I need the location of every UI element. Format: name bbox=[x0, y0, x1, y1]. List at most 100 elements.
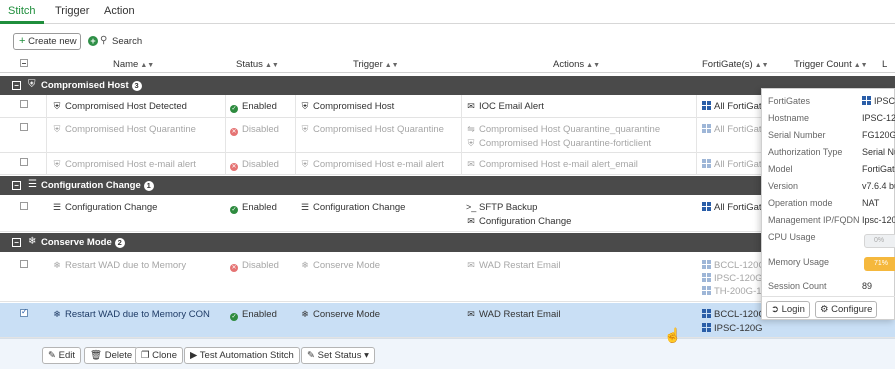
row-checkbox[interactable] bbox=[20, 158, 28, 166]
search-icon: ⚲ bbox=[100, 35, 108, 46]
snowflake-icon: ❄ bbox=[53, 309, 61, 319]
row-checkbox[interactable] bbox=[20, 260, 28, 268]
collapse-all-toggle[interactable] bbox=[20, 59, 28, 67]
fortigate-text: BCCL-120G bbox=[714, 260, 766, 271]
status-text: Disabled bbox=[242, 260, 279, 271]
shield-icon: ⛨ bbox=[53, 124, 61, 134]
group-count-badge: 3 bbox=[131, 81, 142, 91]
popup-value: IPSC-120 bbox=[862, 113, 895, 123]
shield-icon: ⛨ bbox=[53, 101, 61, 111]
column-header-status[interactable]: Status ▲▼ bbox=[236, 59, 279, 70]
popup-label: Management IP/FQDN bbox=[768, 215, 860, 225]
tab-action[interactable]: Action bbox=[104, 5, 135, 17]
email-icon: ✉ bbox=[467, 309, 475, 319]
hand-cursor-icon: ☝ bbox=[664, 327, 682, 343]
pencil-icon: ✎ bbox=[48, 350, 59, 361]
column-header-trigger[interactable]: Trigger ▲▼ bbox=[353, 59, 399, 70]
collapse-toggle-icon[interactable]: − bbox=[12, 81, 21, 90]
list-icon: ☰ bbox=[52, 202, 62, 212]
check-icon: ✓ bbox=[230, 105, 238, 113]
trash-icon: 🗑 bbox=[90, 350, 105, 361]
row-checkbox[interactable] bbox=[20, 100, 28, 108]
memory-usage-label: Memory Usage bbox=[768, 257, 830, 267]
set-status-dropdown[interactable]: ✎ Set Status ▾ bbox=[301, 347, 375, 364]
group-count-badge: 2 bbox=[114, 238, 125, 248]
fortigate-icon bbox=[702, 309, 711, 318]
stitch-name: Compromised Host Detected bbox=[65, 101, 187, 112]
column-divider bbox=[295, 95, 296, 175]
popup-label: Operation mode bbox=[768, 198, 833, 208]
action-text: WAD Restart Email bbox=[479, 260, 561, 271]
tab-trigger[interactable]: Trigger bbox=[55, 5, 89, 17]
fortigate-text: All FortiGat bbox=[714, 101, 762, 112]
column-header-name[interactable]: Name ▲▼ bbox=[113, 59, 154, 70]
sort-icon: ▲▼ bbox=[853, 62, 868, 69]
row-checkbox[interactable] bbox=[20, 202, 28, 210]
column-header-actions[interactable]: Actions ▲▼ bbox=[553, 59, 600, 70]
search-input[interactable] bbox=[112, 34, 412, 48]
create-new-button[interactable]: + Create new bbox=[13, 33, 81, 50]
tab-stitch[interactable]: Stitch bbox=[8, 5, 36, 17]
tab-bar: Stitch Trigger Action bbox=[0, 0, 895, 24]
memory-usage-value: 71% bbox=[874, 260, 889, 267]
action-text: Compromised Host e-mail alert_email bbox=[479, 159, 638, 170]
fortigate-text: All FortiGat bbox=[714, 124, 762, 135]
gear-icon: ⚙ bbox=[820, 304, 832, 315]
shield-icon: ⛨ bbox=[301, 101, 309, 111]
group-count-badge: 1 bbox=[143, 181, 154, 191]
group-label: Compromised Host bbox=[41, 80, 129, 91]
stitch-name: Restart WAD due to Memory bbox=[65, 260, 187, 271]
edit-button[interactable]: ✎ Edit bbox=[42, 347, 81, 364]
fortigate-text: IPSC-120G bbox=[714, 273, 763, 284]
cpu-usage-label: CPU Usage bbox=[768, 232, 816, 242]
collapse-toggle-icon[interactable]: − bbox=[12, 181, 21, 190]
column-header-trigger-count[interactable]: Trigger Count ▲▼ bbox=[794, 59, 868, 70]
sort-icon: ▲▼ bbox=[140, 62, 155, 69]
column-divider bbox=[46, 95, 47, 175]
fortigate-icon bbox=[702, 159, 711, 168]
clone-button[interactable]: ❐ Clone bbox=[135, 347, 183, 364]
fortigate-icon bbox=[702, 202, 711, 211]
clone-icon: ❐ bbox=[141, 350, 153, 361]
popup-value: Serial Nu bbox=[862, 147, 895, 157]
trigger-text: Compromised Host Quarantine bbox=[313, 124, 444, 135]
delete-button[interactable]: 🗑 Delete bbox=[84, 347, 139, 364]
collapse-toggle-icon[interactable]: − bbox=[12, 238, 21, 247]
fortigate-icon bbox=[862, 96, 871, 105]
snowflake-icon: ❄ bbox=[28, 236, 37, 247]
trigger-text: Conserve Mode bbox=[313, 260, 381, 271]
popup-value: FG120G bbox=[862, 130, 895, 140]
group-label: Conserve Mode bbox=[41, 237, 112, 248]
table-header: Name ▲▼ Status ▲▼ Trigger ▲▼ Actions ▲▼ Fort… bbox=[0, 55, 895, 73]
login-button[interactable]: ➲ Login bbox=[766, 301, 810, 318]
x-icon: ✕ bbox=[230, 163, 238, 171]
column-header-extra[interactable]: L bbox=[882, 59, 887, 70]
trigger-text: Conserve Mode bbox=[313, 309, 381, 320]
plus-icon: + bbox=[19, 35, 26, 47]
fortigate-text: BCCL-120G bbox=[714, 309, 766, 320]
test-automation-stitch-button[interactable]: ▶ Test Automation Stitch bbox=[184, 347, 300, 364]
row-checkbox[interactable] bbox=[20, 123, 28, 131]
cpu-usage-value: 0% bbox=[874, 237, 885, 244]
login-icon: ➲ bbox=[771, 304, 782, 315]
session-count-value: 89 bbox=[862, 281, 873, 291]
group-label: Configuration Change bbox=[41, 180, 141, 191]
active-tab-indicator bbox=[0, 21, 44, 24]
popup-value: IPSC bbox=[874, 96, 895, 106]
fortigate-icon bbox=[702, 286, 711, 295]
column-header-fortigates[interactable]: FortiGate(s) ▲▼ bbox=[702, 59, 769, 70]
fortigate-text: IPSC-120G bbox=[714, 323, 763, 334]
configure-button[interactable]: ⚙ Configure bbox=[815, 301, 878, 318]
row-checkbox-checked[interactable]: ✓ bbox=[20, 307, 28, 317]
chevron-down-icon: ▾ bbox=[361, 350, 369, 361]
status-text: Disabled bbox=[242, 124, 279, 135]
check-icon: ✓ bbox=[230, 206, 238, 214]
trigger-text: Configuration Change bbox=[313, 202, 406, 213]
sort-icon: ▲▼ bbox=[264, 62, 279, 69]
add-filter-icon[interactable]: + bbox=[88, 36, 98, 46]
shield-icon: ⛨ bbox=[301, 159, 309, 169]
sort-icon: ▲▼ bbox=[754, 62, 769, 69]
popup-value: v7.6.4 bu bbox=[862, 181, 895, 191]
create-new-label: Create new bbox=[28, 36, 77, 47]
snowflake-icon: ❄ bbox=[301, 309, 309, 319]
